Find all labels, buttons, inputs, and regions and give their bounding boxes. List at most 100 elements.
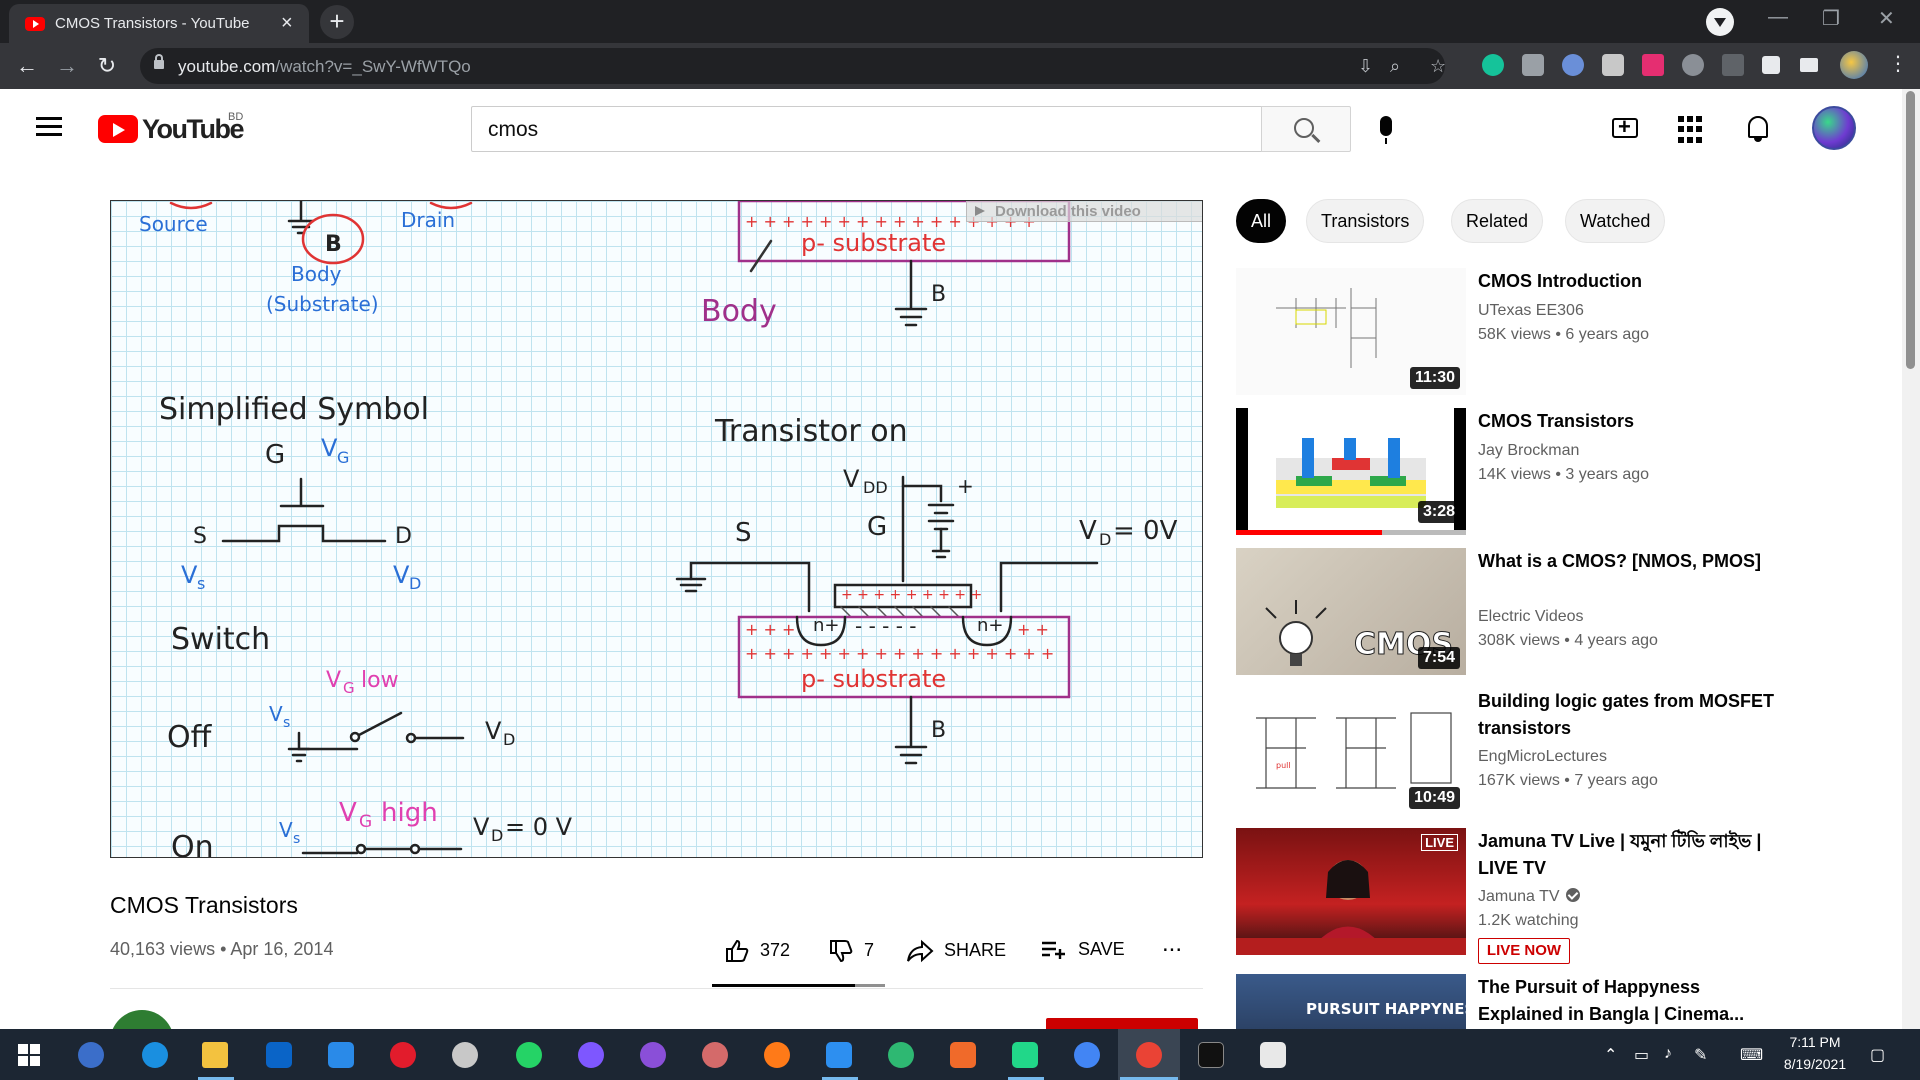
close-tab-icon[interactable]: × — [281, 12, 293, 34]
recommended-video[interactable]: 3:28 CMOS Transistors Jay Brockman 14K v… — [1236, 408, 1796, 538]
rec-channel-name[interactable]: Electric Videos — [1478, 608, 1584, 626]
address-bar[interactable]: youtube.com/watch?v=_SwY-WfWTQo ⇩ ⌕ ☆ — [140, 48, 1446, 84]
apps-grid-icon[interactable] — [1678, 116, 1706, 144]
download-extension-icon[interactable] — [1682, 54, 1704, 76]
app-icon[interactable] — [950, 1042, 976, 1068]
video-player[interactable]: Source Drain Body (Substrate) VG Vs VD B… — [110, 200, 1203, 858]
network-icon[interactable]: ▭ — [1634, 1045, 1649, 1065]
vscode-icon[interactable] — [826, 1042, 852, 1068]
mail-icon[interactable] — [328, 1042, 354, 1068]
search-button[interactable] — [1261, 106, 1351, 152]
rec-channel-name[interactable]: Jay Brockman — [1478, 442, 1579, 460]
video-thumbnail[interactable]: LIVE — [1236, 828, 1466, 955]
rec-channel-name[interactable]: UTexas EE306 — [1478, 302, 1584, 320]
edge-icon[interactable] — [142, 1042, 168, 1068]
windows-start-icon[interactable] — [18, 1044, 40, 1066]
recommended-video[interactable]: PURSUIT HAPPYNESS The Pursuit of Happyne… — [1236, 974, 1796, 1029]
video-thumbnail[interactable]: PURSUIT HAPPYNESS — [1236, 974, 1466, 1029]
bookmark-star-icon[interactable]: ☆ — [1430, 56, 1446, 77]
chrome-icon[interactable] — [1074, 1042, 1100, 1068]
download-video-bar[interactable]: Download this video — [966, 201, 1202, 222]
voice-search-icon[interactable] — [1380, 116, 1392, 144]
recommended-video[interactable]: LIVE Jamuna TV Live | যমুনা টিভি লাইভ | … — [1236, 828, 1796, 964]
app-icon[interactable] — [702, 1042, 728, 1068]
extension-icon[interactable] — [1722, 54, 1744, 76]
video-thumbnail[interactable]: CMOS 7:54 — [1236, 548, 1466, 675]
extension-icon[interactable] — [1602, 54, 1624, 76]
browser-tab[interactable]: CMOS Transistors - YouTube × — [9, 4, 309, 43]
qbittorrent-icon[interactable] — [78, 1042, 104, 1068]
firefox-icon[interactable] — [764, 1042, 790, 1068]
extension-icon[interactable] — [1562, 54, 1584, 76]
clock-date[interactable]: 8/19/2021 — [1774, 1056, 1856, 1072]
rec-video-title[interactable]: Jamuna TV Live | যমুনা টিভি লাইভ | LIVE … — [1478, 828, 1778, 882]
close-window-icon[interactable]: ✕ — [1878, 6, 1895, 31]
dislike-button[interactable]: 7 — [828, 938, 874, 964]
app-icon[interactable] — [888, 1042, 914, 1068]
rec-video-title[interactable]: What is a CMOS? [NMOS, PMOS] — [1478, 548, 1778, 575]
install-icon[interactable]: ⇩ — [1358, 56, 1373, 77]
menu-icon[interactable] — [36, 117, 62, 137]
opera-icon[interactable] — [390, 1042, 416, 1068]
clock-time[interactable]: 7:11 PM — [1774, 1034, 1856, 1050]
browser-profile-avatar[interactable] — [1840, 51, 1868, 79]
back-icon[interactable]: ← — [12, 51, 42, 81]
chip-related[interactable]: Related — [1451, 199, 1544, 243]
notification-center-icon[interactable]: ▢ — [1870, 1045, 1885, 1065]
create-video-icon[interactable] — [1612, 114, 1638, 140]
more-actions-icon[interactable]: ... — [1162, 930, 1182, 958]
maximize-icon[interactable]: ❐ — [1822, 6, 1840, 31]
minimize-icon[interactable]: — — [1768, 6, 1788, 29]
chip-all[interactable]: All — [1236, 199, 1287, 243]
reload-icon[interactable]: ↻ — [92, 51, 122, 81]
video-thumbnail[interactable]: pull 10:49 — [1236, 688, 1466, 815]
page-scrollbar[interactable] — [1902, 89, 1920, 1029]
rec-channel-name[interactable]: EngMicroLectures — [1478, 748, 1607, 766]
whatsapp-icon[interactable] — [516, 1042, 542, 1068]
keyboard-icon[interactable]: ⌨ — [1740, 1045, 1763, 1065]
play-extension-icon[interactable] — [1642, 54, 1664, 76]
volume-icon[interactable]: ♪ — [1664, 1045, 1672, 1063]
camera-extension-icon[interactable] — [1522, 54, 1544, 76]
rec-video-title[interactable]: The Pursuit of Happyness Explained in Ba… — [1478, 974, 1778, 1028]
extensions-puzzle-icon[interactable] — [1762, 56, 1780, 74]
forward-icon[interactable]: → — [52, 51, 82, 81]
browser-menu-icon[interactable]: ⋮ — [1888, 51, 1908, 76]
grammarly-extension-icon[interactable] — [1482, 54, 1504, 76]
chip-watched[interactable]: Watched — [1565, 199, 1666, 243]
reading-list-icon[interactable] — [1800, 58, 1818, 72]
chip-transistors[interactable]: Transistors — [1306, 199, 1425, 243]
pen-icon[interactable]: ✎ — [1694, 1045, 1707, 1065]
app-icon[interactable] — [1260, 1042, 1286, 1068]
video-thumbnail[interactable]: 3:28 — [1236, 408, 1466, 535]
store-icon[interactable] — [266, 1042, 292, 1068]
video-thumbnail[interactable]: 11:30 — [1236, 268, 1466, 395]
new-tab-button[interactable]: + — [320, 5, 354, 39]
like-button[interactable]: 372 — [724, 938, 790, 964]
chrome-icon[interactable] — [1136, 1042, 1162, 1068]
rec-video-title[interactable]: CMOS Introduction — [1478, 268, 1778, 295]
recommended-video[interactable]: 11:30 CMOS Introduction UTexas EE306 58K… — [1236, 268, 1796, 398]
messenger-icon[interactable] — [578, 1042, 604, 1068]
rec-video-title[interactable]: Building logic gates from MOSFET transis… — [1478, 688, 1778, 742]
zoom-icon[interactable]: ⌕ — [1390, 56, 1400, 77]
notifications-bell-icon[interactable] — [1748, 116, 1768, 142]
svg-text:Off: Off — [167, 720, 213, 755]
share-button[interactable]: SHARE — [906, 938, 1006, 964]
tab-search-icon[interactable] — [1706, 8, 1734, 36]
rec-video-title[interactable]: CMOS Transistors — [1478, 408, 1778, 435]
terminal-icon[interactable] — [1198, 1042, 1224, 1068]
github-desktop-icon[interactable] — [640, 1042, 666, 1068]
recommended-video[interactable]: CMOS 7:54 What is a CMOS? [NMOS, PMOS] E… — [1236, 548, 1796, 678]
app-icon[interactable] — [452, 1042, 478, 1068]
rec-channel-name[interactable]: Jamuna TV — [1478, 888, 1580, 906]
pycharm-icon[interactable] — [1012, 1042, 1038, 1068]
scrollbar-thumb[interactable] — [1906, 91, 1915, 369]
search-input[interactable]: cmos — [471, 106, 1262, 152]
save-button[interactable]: SAVE — [1040, 938, 1125, 962]
recommended-video[interactable]: pull 10:49 Building logic gates from MOS… — [1236, 688, 1796, 818]
file-explorer-icon[interactable] — [202, 1042, 228, 1068]
tray-overflow-icon[interactable]: ⌃ — [1604, 1045, 1617, 1065]
lock-icon[interactable] — [154, 54, 164, 69]
account-avatar[interactable] — [1812, 106, 1856, 150]
